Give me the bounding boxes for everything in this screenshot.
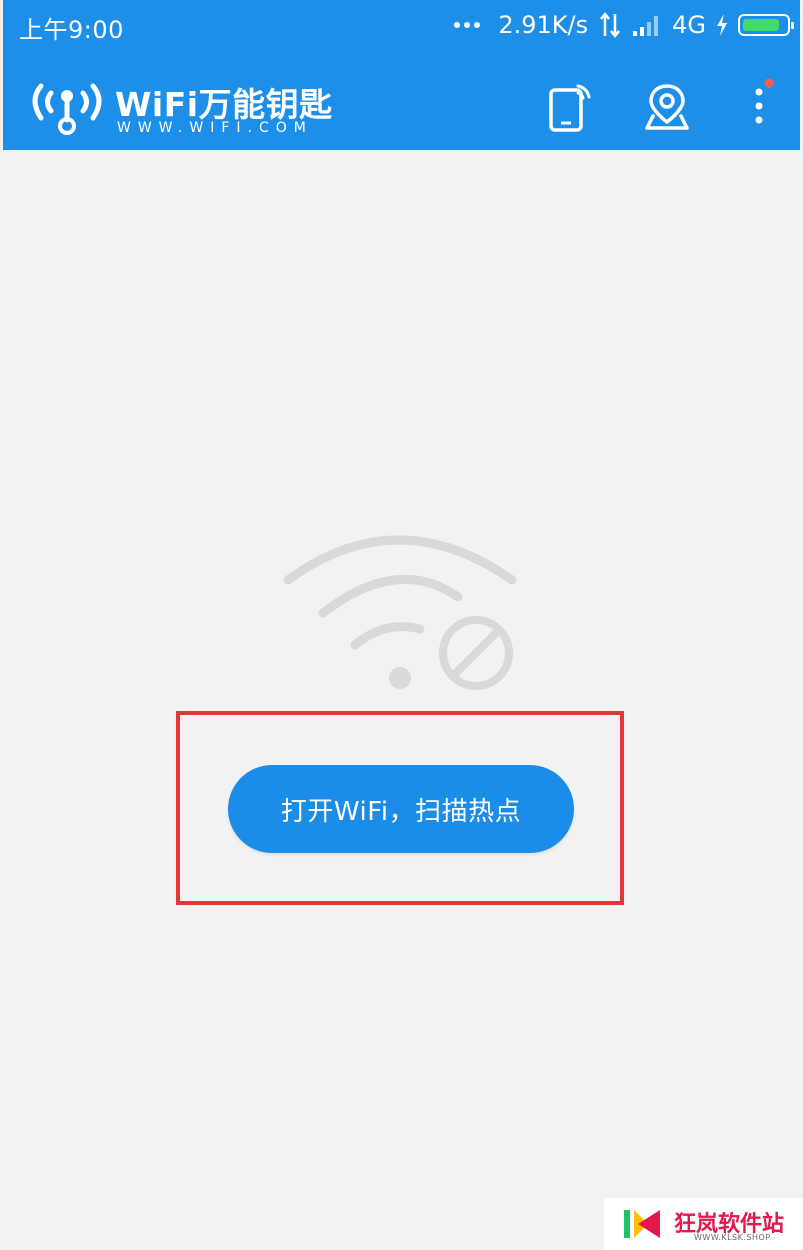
site-logo-icon: [624, 1210, 660, 1238]
network-type: 4G: [672, 11, 706, 39]
wifi-disabled-icon: [283, 535, 517, 690]
watermark-subtitle: WWW.KLSK.SHOP: [694, 1233, 771, 1242]
data-transfer-icon: [600, 12, 621, 38]
battery-level: [743, 19, 779, 31]
top-area: 上午9:00 2.91K/s 4G WiFi万能钥匙 WWW.WIFI.COM: [3, 0, 800, 150]
location-pin-icon[interactable]: [641, 80, 693, 132]
brand-url: WWW.WIFI.COM: [117, 120, 313, 136]
brand-name: WiFi万能钥匙: [115, 85, 333, 124]
status-bar: 上午9:00 2.91K/s 4G: [3, 0, 800, 50]
more-notifications-icon: [454, 22, 481, 28]
battery-icon: [738, 14, 794, 36]
charging-icon: [717, 14, 727, 36]
cellular-signal-icon: [633, 16, 659, 36]
wifi-key-icon: [32, 83, 102, 135]
status-indicators: 2.91K/s 4G: [454, 8, 794, 42]
open-wifi-scan-button[interactable]: 打开WiFi，扫描热点: [228, 765, 574, 853]
phone-wifi-icon[interactable]: [545, 80, 595, 132]
more-vertical-icon[interactable]: [743, 78, 783, 132]
notification-dot: [764, 78, 774, 88]
app-bar: WiFi万能钥匙 WWW.WIFI.COM: [3, 50, 800, 150]
watermark: 狂岚软件站 WWW.KLSK.SHOP: [604, 1198, 803, 1250]
status-time: 上午9:00: [19, 16, 124, 44]
network-speed: 2.91K/s: [498, 11, 589, 39]
